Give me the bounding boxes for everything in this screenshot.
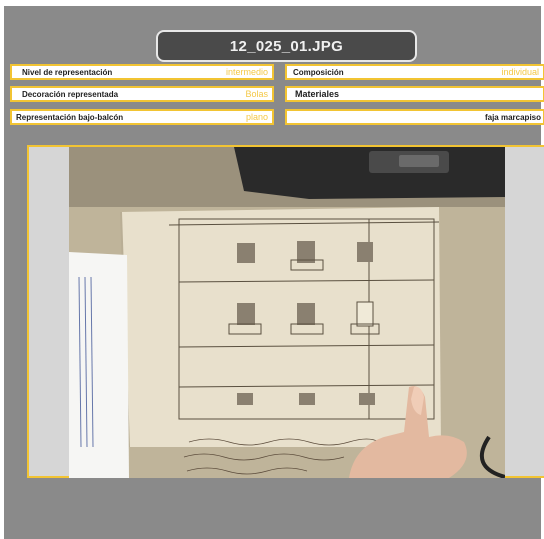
file-title: 12_025_01.JPG (156, 30, 417, 62)
field-extra-value: faja marcapiso (484, 112, 541, 122)
viewer-frame: 12_025_01.JPG Nivel de representación in… (0, 6, 544, 539)
field-composicion: Composición individual (285, 64, 544, 80)
field-composicion-value: individual (501, 67, 539, 77)
field-decoracion-label: Decoración representada (22, 89, 119, 99)
field-composicion-label: Composición (293, 67, 344, 77)
document-photo (69, 147, 505, 478)
field-nivel: Nivel de representación intermedio (10, 64, 274, 80)
photo-panel (27, 145, 544, 478)
field-bajo-balcon-label: Representación bajo-balcón (16, 112, 124, 122)
field-materiales-label: Materiales (295, 89, 340, 99)
field-nivel-value: intermedio (225, 67, 268, 77)
field-bajo-balcon: Representación bajo-balcón plano (10, 109, 274, 125)
field-decoracion-value: Bolas (245, 89, 268, 99)
field-extra: faja marcapiso (285, 109, 544, 125)
field-bajo-balcon-value: plano (245, 112, 268, 122)
field-materiales: Materiales (285, 86, 544, 102)
field-decoracion: Decoración representada Bolas (10, 86, 274, 102)
field-nivel-label: Nivel de representación (22, 67, 113, 77)
architectural-drawing-photo (69, 147, 505, 478)
